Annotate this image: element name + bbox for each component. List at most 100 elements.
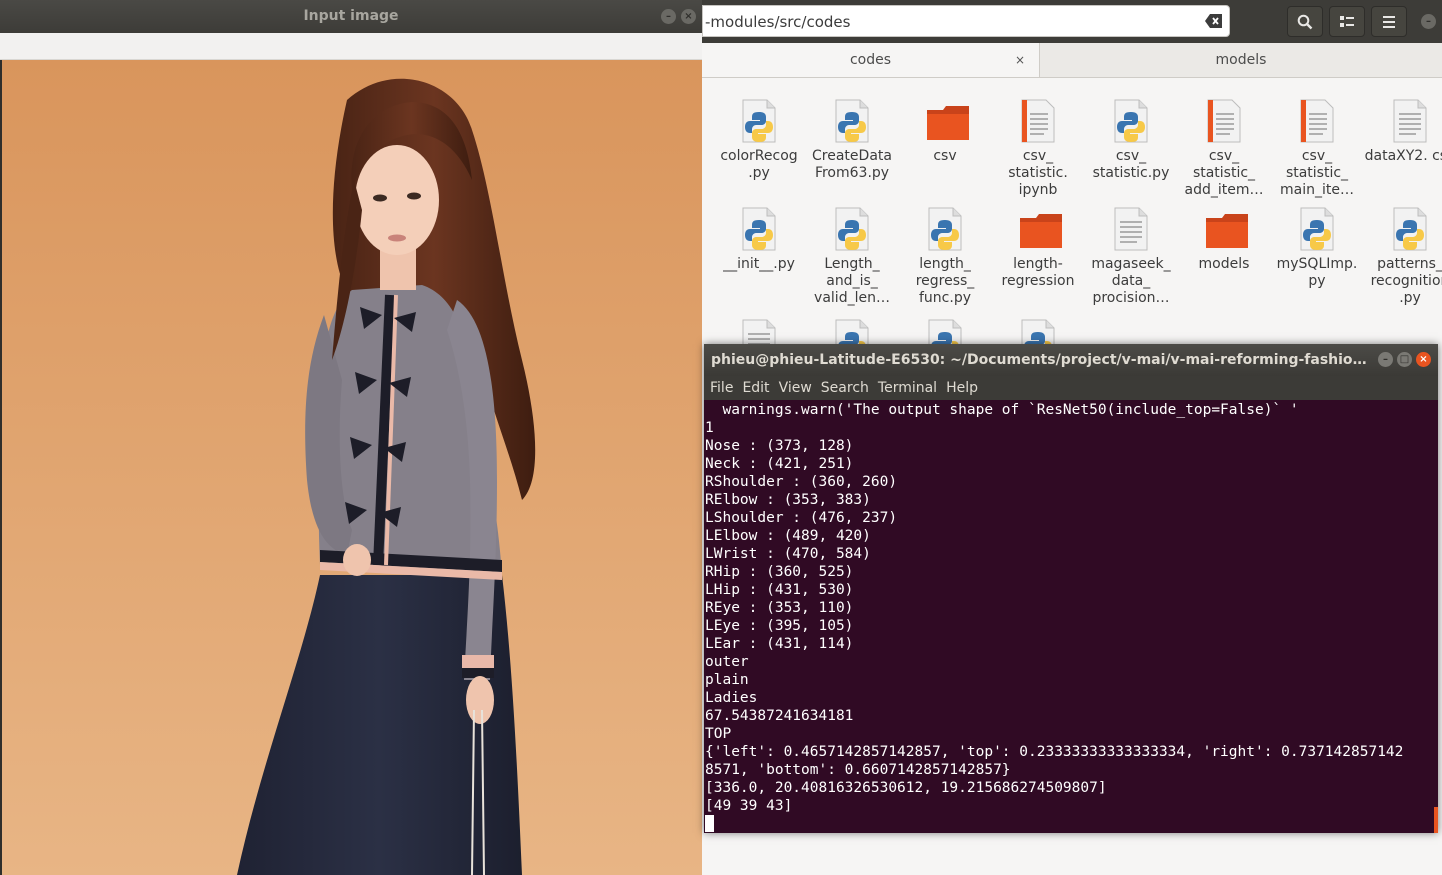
scrollbar[interactable] xyxy=(1434,807,1438,833)
tab-label: models xyxy=(1215,52,1267,68)
terminal-line: 67.54387241634181 xyxy=(705,708,854,724)
terminal-line: [49 39 43] xyxy=(705,798,793,814)
python-file-icon xyxy=(739,206,779,252)
file-manager-header: -modules/src/codes – xyxy=(702,0,1442,43)
folder-icon xyxy=(1018,206,1062,252)
file-item-label: csv_ statistic_ main_ite… xyxy=(1280,148,1354,198)
file-item[interactable]: csv_ statistic.py xyxy=(1085,98,1177,182)
python-file-icon xyxy=(739,98,779,144)
python-file-icon xyxy=(1297,206,1337,252)
terminal-line: 1 xyxy=(705,420,714,436)
terminal-line: 8571, 'bottom': 0.6607142857142857} xyxy=(705,762,1011,778)
python-file-icon xyxy=(832,206,872,252)
terminal-line: plain xyxy=(705,672,749,688)
terminal-output[interactable]: warnings.warn('The output shape of `ResN… xyxy=(705,401,1435,833)
folder-icon xyxy=(925,98,969,144)
file-item-label: csv_ statistic.py xyxy=(1092,148,1170,181)
file-item[interactable]: CreateData From63.py xyxy=(806,98,898,182)
terminal-line: TOP xyxy=(705,726,732,742)
file-item-label: CreateData From63.py xyxy=(812,148,892,181)
file-item-label: Length_ and_is_ valid_len… xyxy=(814,256,890,306)
file-item[interactable]: patterns_ recognition .py xyxy=(1364,206,1442,307)
clear-path-icon[interactable] xyxy=(1205,13,1223,29)
file-item-label: length- regression xyxy=(1001,256,1075,289)
file-item[interactable]: __init__.py xyxy=(713,206,805,273)
terminal-line: outer xyxy=(705,654,749,670)
folder-icon xyxy=(1204,206,1248,252)
close-button[interactable]: × xyxy=(681,9,696,24)
terminal-line: LEar : (431, 114) xyxy=(705,636,854,652)
file-item-label: dataXY2. csv xyxy=(1364,148,1442,164)
file-item[interactable]: csv_ statistic_ main_ite… xyxy=(1271,98,1363,199)
close-tab-icon[interactable]: × xyxy=(1015,43,1025,77)
image-viewer-window: Input image – × xyxy=(0,0,702,875)
file-item[interactable]: models xyxy=(1178,206,1270,273)
terminal-line: REye : (353, 110) xyxy=(705,600,854,616)
file-item[interactable]: dataXY2. csv xyxy=(1364,98,1442,165)
terminal-line: LHip : (431, 530) xyxy=(705,582,854,598)
document-icon xyxy=(1204,98,1244,144)
search-icon xyxy=(1297,14,1313,30)
file-item-label: length_ regress_ func.py xyxy=(915,256,975,306)
view-toggle-button[interactable] xyxy=(1329,6,1365,37)
file-grid: colorRecog .py CreateData From63.py csv csv… xyxy=(702,78,1442,378)
file-item[interactable]: length_ regress_ func.py xyxy=(899,206,991,307)
minimize-button[interactable]: – xyxy=(661,9,676,24)
terminal-menubar: File Edit View Search Terminal Help xyxy=(704,376,1438,400)
tab-label: codes xyxy=(849,52,892,68)
terminal-line: Neck : (421, 251) xyxy=(705,456,854,472)
search-button[interactable] xyxy=(1287,6,1323,37)
file-item[interactable]: mySQLImp. py xyxy=(1271,206,1363,290)
python-file-icon xyxy=(925,206,965,252)
file-item-label: colorRecog .py xyxy=(720,148,798,181)
file-item-label: csv_ statistic_ add_item… xyxy=(1184,148,1264,198)
terminal-menu-edit[interactable]: Edit xyxy=(742,376,769,400)
file-item[interactable]: colorRecog .py xyxy=(713,98,805,182)
file-item-label: patterns_ recognition .py xyxy=(1370,256,1442,306)
minimize-button[interactable]: – xyxy=(1421,14,1436,29)
file-item-label: csv_ statistic. ipynb xyxy=(1008,148,1068,198)
minimize-button[interactable]: – xyxy=(1378,352,1393,367)
terminal-title: phieu@phieu-Latitude-E6530: ~/Documents/… xyxy=(711,352,1376,368)
file-item-label: csv xyxy=(933,148,957,164)
text-file-icon xyxy=(1390,98,1430,144)
menu-icon xyxy=(1383,16,1395,28)
terminal-cursor xyxy=(705,815,714,832)
file-item-label: __init__.py xyxy=(723,256,795,272)
terminal-window: phieu@phieu-Latitude-E6530: ~/Documents/… xyxy=(704,344,1438,833)
terminal-menu-help[interactable]: Help xyxy=(946,376,978,400)
terminal-line: RElbow : (353, 383) xyxy=(705,492,871,508)
terminal-line: LEye : (395, 105) xyxy=(705,618,854,634)
file-item[interactable]: length- regression xyxy=(992,206,1084,290)
terminal-line: LWrist : (470, 584) xyxy=(705,546,871,562)
terminal-line: LElbow : (489, 420) xyxy=(705,528,871,544)
file-item-label: magaseek_ data_ procision… xyxy=(1091,256,1171,306)
close-button[interactable]: × xyxy=(1416,352,1431,367)
terminal-menu-terminal[interactable]: Terminal xyxy=(878,376,937,400)
maximize-button[interactable]: □ xyxy=(1397,352,1412,367)
python-file-icon xyxy=(832,98,872,144)
tab-codes[interactable]: codes × xyxy=(702,43,1040,77)
terminal-titlebar[interactable]: phieu@phieu-Latitude-E6530: ~/Documents/… xyxy=(704,344,1438,376)
terminal-line: warnings.warn('The output shape of `ResN… xyxy=(705,402,1299,418)
viewer-titlebar[interactable]: Input image – × xyxy=(0,0,702,34)
terminal-line: LShoulder : (476, 237) xyxy=(705,510,898,526)
terminal-menu-search[interactable]: Search xyxy=(821,376,869,400)
path-bar[interactable]: -modules/src/codes xyxy=(702,5,1230,37)
view-toggle-icon xyxy=(1340,16,1354,27)
terminal-line: {'left': 0.4657142857142857, 'top': 0.23… xyxy=(705,744,1404,760)
text-file-icon xyxy=(1111,206,1151,252)
terminal-menu-view[interactable]: View xyxy=(779,376,812,400)
file-item[interactable]: Length_ and_is_ valid_len… xyxy=(806,206,898,307)
terminal-line: RHip : (360, 525) xyxy=(705,564,854,580)
terminal-line: RShoulder : (360, 260) xyxy=(705,474,898,490)
file-item[interactable]: csv_ statistic_ add_item… xyxy=(1178,98,1270,199)
file-item[interactable]: csv_ statistic. ipynb xyxy=(992,98,1084,199)
terminal-menu-file[interactable]: File xyxy=(710,376,733,400)
file-item[interactable]: magaseek_ data_ procision… xyxy=(1085,206,1177,307)
tab-models[interactable]: models xyxy=(1040,43,1442,77)
file-item[interactable]: csv xyxy=(899,98,991,165)
python-file-icon xyxy=(1390,206,1430,252)
file-item-label: mySQLImp. py xyxy=(1276,256,1358,289)
menu-button[interactable] xyxy=(1371,6,1407,37)
